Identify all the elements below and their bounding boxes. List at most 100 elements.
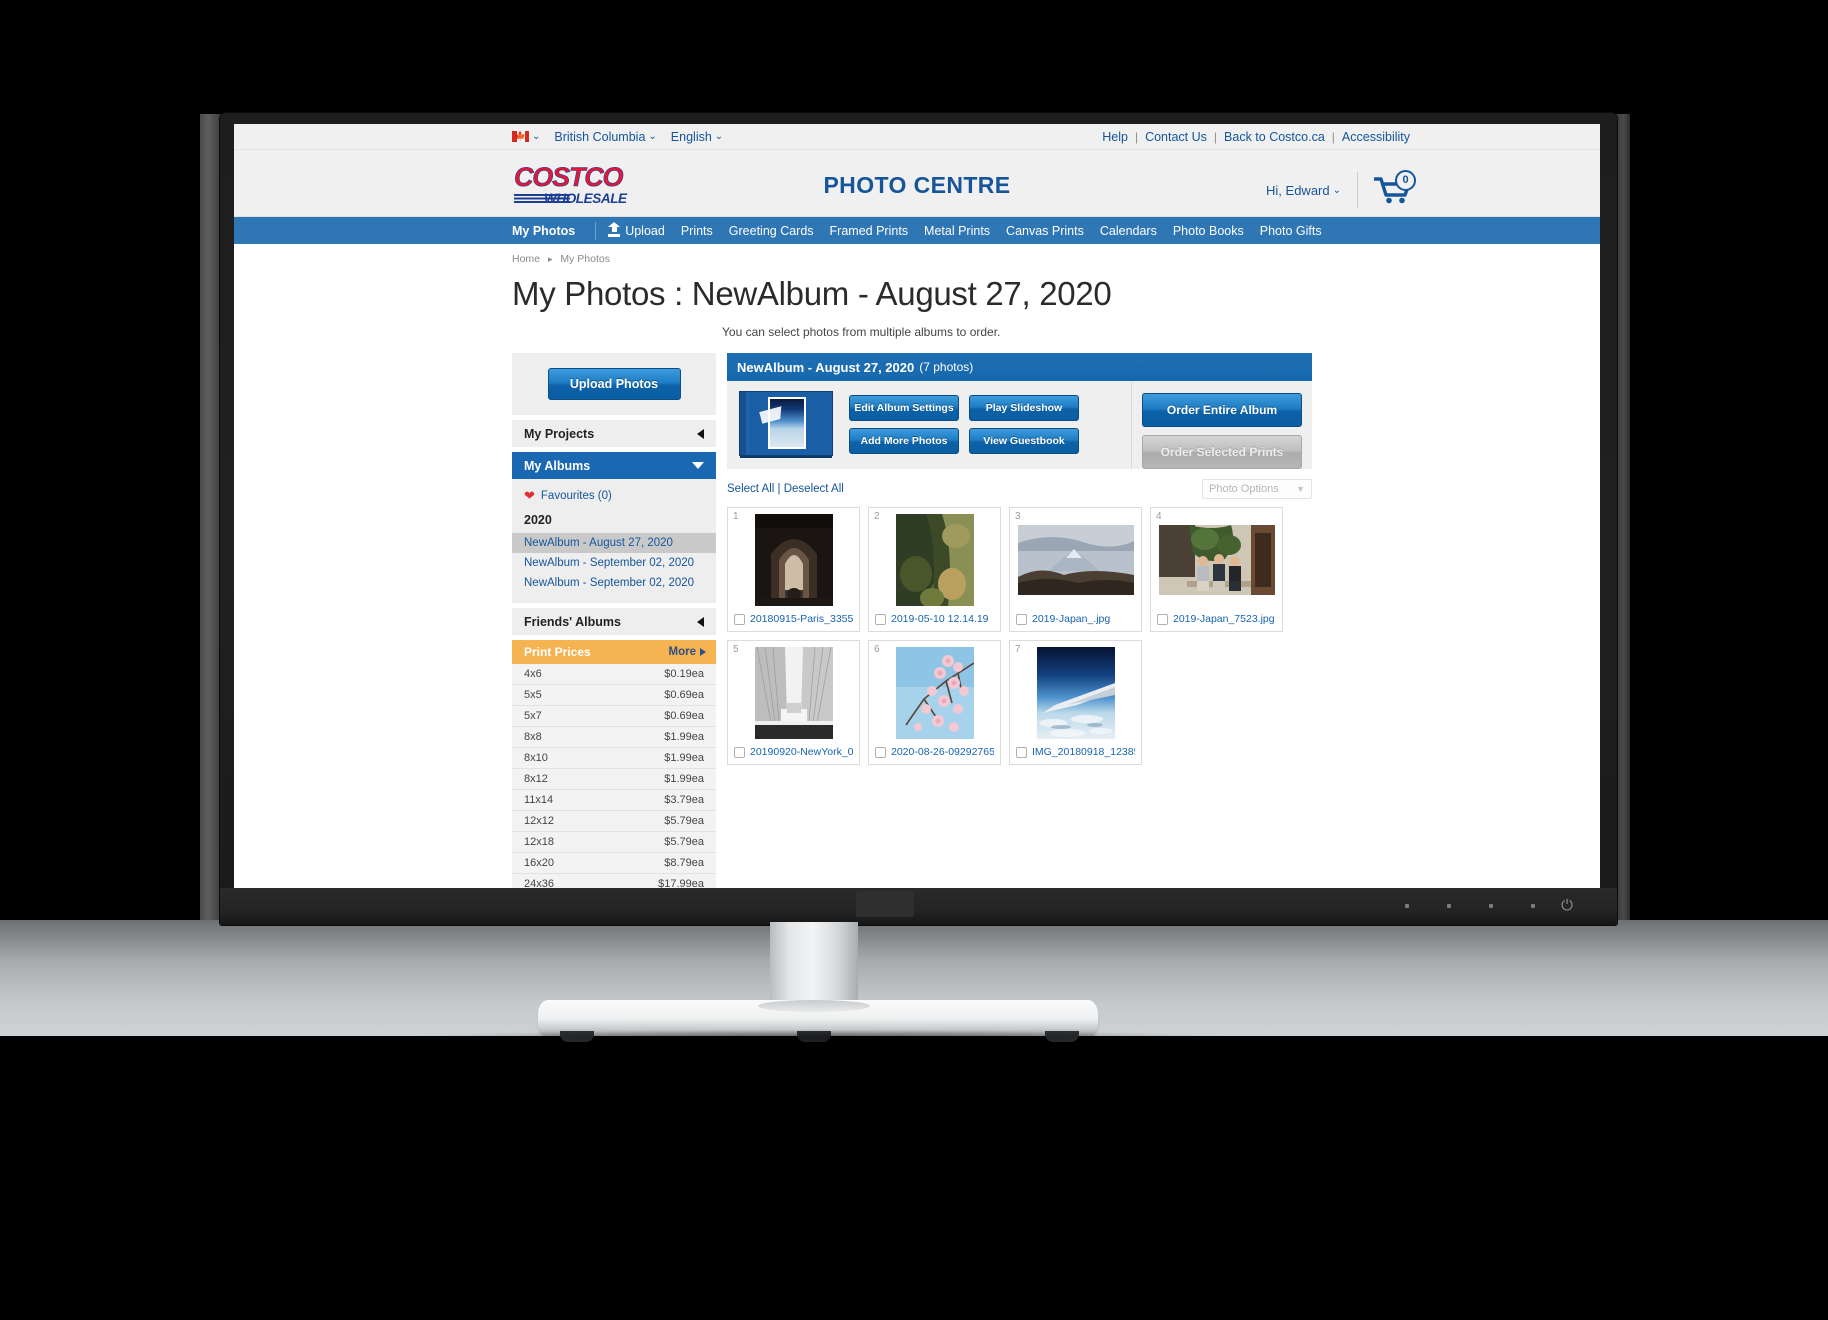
nav-item-prints[interactable]: Prints <box>681 224 713 238</box>
deselect-all-link[interactable]: Deselect All <box>784 483 844 495</box>
price-row: 5x7 $0.69ea <box>512 706 716 727</box>
back-to-costco-link[interactable]: Back to Costco.ca <box>1224 130 1325 144</box>
cart-count-badge: 0 <box>1395 170 1416 191</box>
print-prices-table: 4x6 $0.19ea 5x5 $0.69ea 5x7 $0.69ea 8x8 $1.9… <box>512 664 716 888</box>
photo-cell[interactable]: 5 20190920-NewYork_0 <box>727 640 860 765</box>
three-friends-bench-icon <box>1158 525 1275 595</box>
favourites-row[interactable]: ❤ Favourites (0) <box>512 485 716 508</box>
greeting-label: Hi, Edward <box>1266 182 1330 198</box>
monitor-button-4[interactable] <box>1531 904 1535 908</box>
photo-thumbnail[interactable] <box>734 514 853 606</box>
sidebar-album-item-3[interactable]: NewAlbum - September 02, 2020 <box>512 573 716 593</box>
monitor-screen: 🍁 ⌄ British Columbia ⌄ English ⌄ Help | … <box>234 124 1600 888</box>
nav-item-calendars[interactable]: Calendars <box>1100 224 1157 238</box>
photo-caption[interactable]: 2019-05-10 12.14.19 <box>891 613 989 625</box>
nav-item-my-photos[interactable]: My Photos <box>512 224 575 238</box>
photo-checkbox[interactable] <box>875 746 886 758</box>
price-size: 12x12 <box>524 815 554 827</box>
view-guestbook-button[interactable]: View Guestbook <box>969 428 1079 454</box>
photo-caption[interactable]: IMG_20180918_123856. <box>1032 746 1135 758</box>
photo-thumbnail[interactable] <box>875 647 994 739</box>
monitor-button-3[interactable] <box>1489 904 1493 908</box>
sidebar-album-item-1[interactable]: NewAlbum - August 27, 2020 <box>512 533 716 553</box>
nav-item-metal-prints[interactable]: Metal Prints <box>924 224 990 238</box>
photo-checkbox[interactable] <box>734 746 745 758</box>
print-prices-header: Print Prices More <box>512 640 716 664</box>
album-cover-thumbnail[interactable] <box>739 391 833 456</box>
price-size: 16x20 <box>524 857 554 869</box>
price-size: 24x36 <box>524 878 554 888</box>
help-link[interactable]: Help <box>1102 130 1128 144</box>
sidebar-section-my-projects[interactable]: My Projects <box>512 420 716 447</box>
print-prices-more-link[interactable]: More <box>669 646 706 658</box>
triangle-down-icon <box>692 462 704 469</box>
sidebar-album-item-2[interactable]: NewAlbum - September 02, 2020 <box>512 553 716 573</box>
utility-bar: 🍁 ⌄ British Columbia ⌄ English ⌄ Help | … <box>234 124 1600 150</box>
photo-caption-row: 2019-05-10 12.14.19 <box>875 613 994 625</box>
cart-button[interactable]: 0 <box>1373 170 1416 205</box>
photo-cell[interactable]: 6 2020-08-26-092927656 <box>868 640 1001 765</box>
photo-checkbox[interactable] <box>875 613 886 625</box>
nav-item-upload[interactable]: Upload <box>608 221 665 238</box>
photo-cell[interactable]: 4 2019-Japan_7523.jpg <box>1150 507 1283 632</box>
photo-thumbnail[interactable] <box>1016 514 1135 606</box>
photo-index: 6 <box>874 644 880 655</box>
photo-cell[interactable]: 7 IMG_20180918_1238 <box>1009 640 1142 765</box>
photo-index: 7 <box>1015 644 1021 655</box>
region-selector[interactable]: British Columbia ⌄ <box>554 130 656 144</box>
upload-card: Upload Photos <box>512 353 716 415</box>
photo-checkbox[interactable] <box>734 613 745 625</box>
nav-item-photo-gifts[interactable]: Photo Gifts <box>1260 224 1322 238</box>
sidebar-section-my-albums[interactable]: My Albums <box>512 452 716 479</box>
photo-checkbox[interactable] <box>1157 613 1168 625</box>
accessibility-link[interactable]: Accessibility <box>1342 130 1410 144</box>
photo-caption[interactable]: 2019-Japan_7523.jpg <box>1173 613 1275 625</box>
photo-cell[interactable]: 2 2019-05-10 12.14.19 <box>868 507 1001 632</box>
region-label: British Columbia <box>554 129 646 144</box>
select-all-link[interactable]: Select All <box>727 483 774 495</box>
my-projects-label: My Projects <box>524 426 595 441</box>
nav-item-framed-prints[interactable]: Framed Prints <box>830 224 909 238</box>
photo-thumbnail[interactable] <box>1157 514 1276 606</box>
account-menu[interactable]: Hi, Edward ⌄ <box>1266 183 1341 198</box>
photo-options-select[interactable]: Photo Options ▼ <box>1202 479 1312 499</box>
photo-caption[interactable]: 2019-Japan_.jpg <box>1032 613 1110 625</box>
language-selector[interactable]: English ⌄ <box>671 130 723 144</box>
chevron-down-icon: ⌄ <box>714 131 724 142</box>
photo-thumbnail[interactable] <box>734 647 853 739</box>
nav-item-greeting-cards[interactable]: Greeting Cards <box>729 224 814 238</box>
photo-thumbnail[interactable] <box>875 514 994 606</box>
photo-caption[interactable]: 20190920-NewYork_085 <box>750 746 853 758</box>
nav-divider <box>595 221 597 240</box>
photo-checkbox[interactable] <box>1016 613 1027 625</box>
breadcrumb-home[interactable]: Home <box>512 253 540 265</box>
contact-us-link[interactable]: Contact Us <box>1145 130 1207 144</box>
photo-grid: 1 20180915-Paris_3355. 2 2019-05-10 12.1… <box>727 507 1312 765</box>
webpage: 🍁 ⌄ British Columbia ⌄ English ⌄ Help | … <box>234 124 1600 888</box>
photo-cell[interactable]: 3 2019-Japan_.jpg <box>1009 507 1142 632</box>
add-more-photos-button[interactable]: Add More Photos <box>849 428 959 454</box>
price-size: 4x6 <box>524 668 542 680</box>
print-prices-title: Print Prices <box>524 645 591 659</box>
play-slideshow-button[interactable]: Play Slideshow <box>969 395 1079 421</box>
price-row: 11x14 $3.79ea <box>512 790 716 811</box>
price-row: 16x20 $8.79ea <box>512 853 716 874</box>
photo-thumbnail[interactable] <box>1016 647 1135 739</box>
nav-item-photo-books[interactable]: Photo Books <box>1173 224 1244 238</box>
edit-album-settings-button[interactable]: Edit Album Settings <box>849 395 959 421</box>
album-photo-count: (7 photos) <box>919 360 974 374</box>
upload-photos-button[interactable]: Upload Photos <box>547 368 681 400</box>
photo-checkbox[interactable] <box>1016 746 1027 758</box>
nav-item-canvas-prints[interactable]: Canvas Prints <box>1006 224 1084 238</box>
power-icon[interactable]: ⏻ <box>1558 897 1576 915</box>
photo-cell[interactable]: 1 20180915-Paris_3355. <box>727 507 860 632</box>
background-lower <box>0 1036 1828 1320</box>
cherry-blossoms-icon <box>895 647 974 739</box>
monitor-button-1[interactable] <box>1405 904 1409 908</box>
photo-caption[interactable]: 20180915-Paris_3355. <box>750 613 853 625</box>
order-entire-album-button[interactable]: Order Entire Album <box>1142 393 1302 427</box>
photo-caption[interactable]: 2020-08-26-092927656 <box>891 746 994 758</box>
canada-flag-icon[interactable]: 🍁 ⌄ <box>512 131 540 142</box>
monitor-button-2[interactable] <box>1447 904 1451 908</box>
sidebar-section-friends-albums[interactable]: Friends' Albums <box>512 608 716 635</box>
